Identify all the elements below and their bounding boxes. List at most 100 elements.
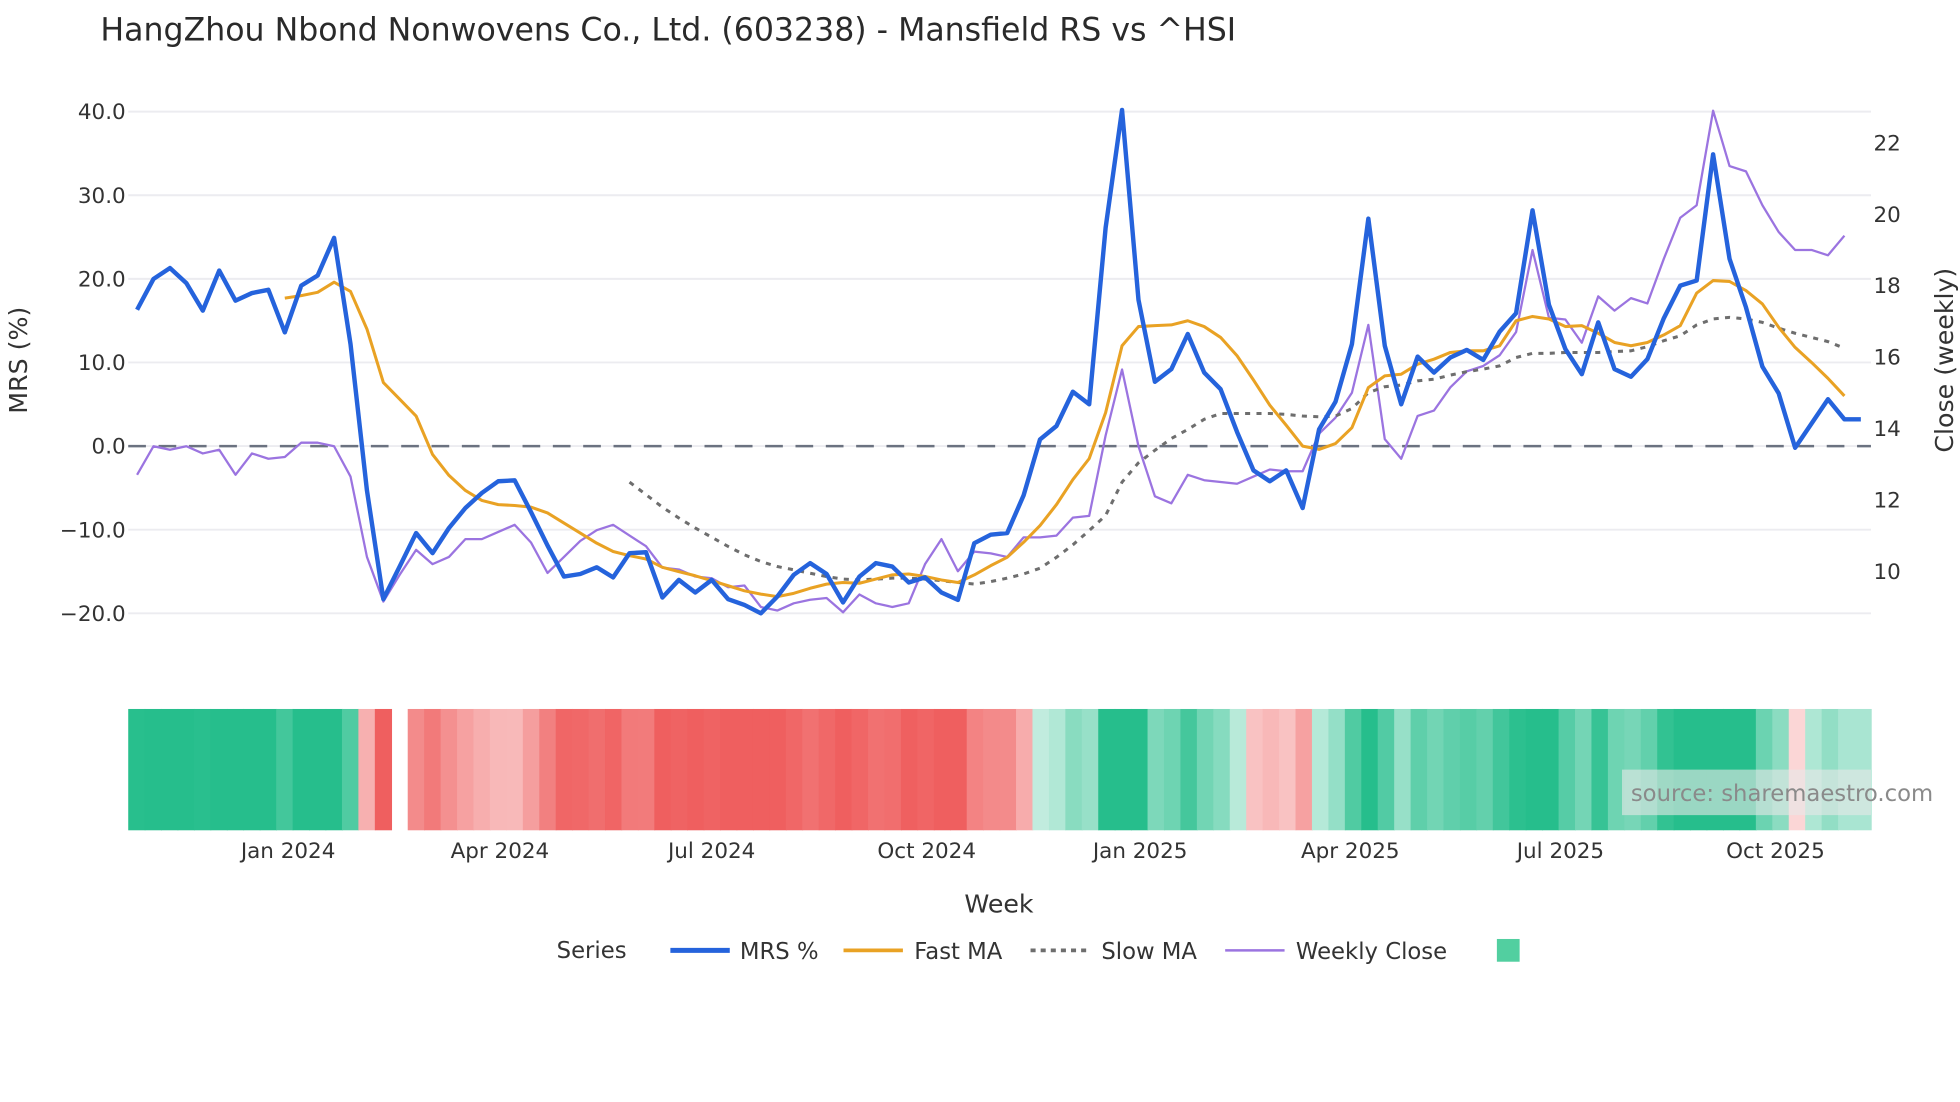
gridlines (128, 110, 1871, 615)
heatmap-cell (605, 708, 623, 831)
heatmap-cell (966, 708, 984, 831)
source-label: source: sharemaestro.com (1631, 781, 1933, 807)
heatmap-cell (917, 708, 935, 831)
heatmap-cell (259, 708, 277, 831)
heatmap-cell (374, 708, 393, 831)
heatmap-cell (1492, 708, 1511, 831)
heatmap-cell (1377, 708, 1395, 831)
y2-tick-label: 20 (1873, 203, 1900, 228)
y2-tick-label: 18 (1873, 274, 1900, 299)
heatmap-cell (276, 708, 294, 831)
heatmap-cell (1229, 708, 1247, 831)
y-tick-label: 40.0 (78, 100, 126, 125)
y-tick-label: −10.0 (60, 518, 126, 543)
x-tick-label: Jul 2024 (666, 839, 755, 864)
heatmap-cell (1147, 708, 1165, 831)
heatmap-cell (555, 708, 573, 831)
heatmap-cell (769, 708, 787, 831)
y-tick-label: 0.0 (92, 435, 126, 460)
legend-item-mrs[interactable]: MRS % (670, 939, 819, 965)
heatmap-cell (1196, 708, 1215, 831)
source-watermark: source: sharemaestro.com (1621, 769, 1933, 816)
y-tick-label: 20.0 (78, 267, 126, 292)
rs-heatmap-strip (128, 708, 1872, 831)
y-axis-right-label: Close (weekly) (1930, 268, 1959, 453)
legend-item-fast-ma[interactable]: Fast MA (843, 939, 1003, 965)
heatmap-cell (752, 708, 771, 831)
x-tick-label: Apr 2025 (1301, 839, 1400, 864)
mansfield-rs-chart: HangZhou Nbond Nonwovens Co., Ltd. (6032… (4, 12, 1959, 965)
heatmap-cell (654, 708, 672, 831)
y-tick-label: 10.0 (78, 351, 126, 376)
legend-label-slow-ma: Slow MA (1101, 939, 1197, 965)
heatmap-cell (1295, 708, 1313, 831)
heatmap-cell (687, 708, 705, 831)
x-tick-label: Oct 2025 (1726, 839, 1825, 864)
heatmap-cell (1246, 708, 1264, 831)
heatmap-cell (325, 708, 343, 831)
heatmap-cell (1081, 708, 1099, 831)
heatmap-cell (1048, 708, 1067, 831)
heatmap-cell (884, 708, 902, 831)
x-tick-label: Oct 2024 (877, 839, 976, 864)
chart-title: HangZhou Nbond Nonwovens Co., Ltd. (6032… (100, 12, 1236, 48)
legend-item-heatmap-swatch[interactable] (1496, 938, 1520, 962)
heatmap-cell (572, 708, 590, 831)
heatmap-cell (983, 708, 1001, 831)
heatmap-cell (720, 708, 738, 831)
y-axis-right-ticks: 22 20 18 16 14 12 10 (1873, 131, 1900, 584)
heatmap-cell (539, 708, 557, 831)
heatmap-cell (1016, 708, 1034, 831)
heatmap-cell (473, 708, 491, 831)
heatmap-cell (1180, 708, 1198, 831)
heatmap-cell (1410, 708, 1428, 831)
heatmap-cell (1443, 708, 1461, 831)
heatmap-cell (1328, 708, 1346, 831)
heatmap-cell (1509, 708, 1527, 831)
heatmap-cell (407, 708, 425, 831)
heatmap-cell (785, 708, 804, 831)
heatmap-cell (637, 708, 656, 831)
heatmap-cell (161, 708, 179, 831)
heatmap-cell (440, 708, 458, 831)
heatmap-cell (1131, 708, 1149, 831)
x-tick-label: Jan 2025 (1091, 839, 1188, 864)
x-tick-label: Jul 2025 (1515, 839, 1604, 864)
y-tick-label: 30.0 (78, 184, 126, 209)
heatmap-cell (1262, 708, 1280, 831)
heatmap-cell (950, 708, 968, 831)
heatmap-cell (621, 708, 639, 831)
heatmap-cell (999, 708, 1017, 831)
heatmap-cell (1575, 708, 1593, 831)
heatmap-cell (1163, 708, 1182, 831)
heatmap-cell (1213, 708, 1231, 831)
heatmap-cell (1279, 708, 1297, 831)
heatmap-cell (588, 708, 606, 831)
legend-title: Series (557, 938, 627, 964)
heatmap-cell (1459, 708, 1478, 831)
heatmap-cell (703, 708, 721, 831)
heatmap-cell (177, 708, 195, 831)
heatmap-cell (1427, 708, 1445, 831)
heatmap-cell (851, 708, 869, 831)
heatmap-cell (1525, 708, 1543, 831)
y2-tick-label: 22 (1873, 131, 1900, 156)
legend-item-slow-ma[interactable]: Slow MA (1030, 939, 1198, 965)
y2-tick-label: 12 (1873, 488, 1900, 513)
y-axis-left-label: MRS (%) (4, 307, 33, 414)
legend-label-mrs: MRS % (740, 939, 819, 965)
heatmap-cell (424, 708, 442, 831)
heatmap-cell (1344, 708, 1363, 831)
x-axis-ticks: Jan 2024 Apr 2024 Jul 2024 Oct 2024 Jan 2025… (239, 839, 1825, 864)
y2-tick-label: 10 (1873, 560, 1900, 585)
x-tick-label: Jan 2024 (239, 839, 336, 864)
legend-item-weekly-close[interactable]: Weekly Close (1225, 939, 1447, 965)
heatmap-cell (1065, 708, 1083, 831)
heatmap-cell (522, 708, 541, 831)
y-tick-label: −20.0 (60, 602, 126, 627)
heatmap-cell (226, 708, 245, 831)
heatmap-cell (933, 708, 952, 831)
heatmap-cell (128, 708, 146, 831)
heatmap-cell (243, 708, 261, 831)
heatmap-cell (489, 708, 508, 831)
